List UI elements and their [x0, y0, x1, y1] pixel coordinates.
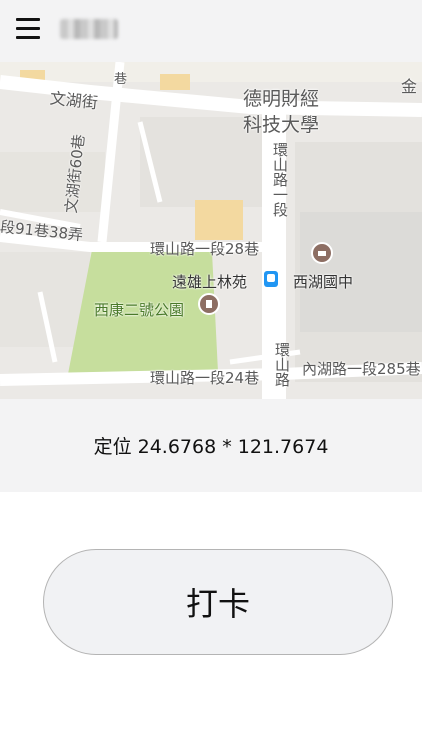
hamburger-menu-icon[interactable] [16, 18, 40, 40]
map-label-lane-mark: 巷 [114, 72, 128, 87]
location-panel: 定位 24.6768 * 121.7674 [0, 399, 422, 492]
punch-in-button[interactable]: 打卡 [43, 549, 393, 655]
map-label-wenhu-st: 文湖街 [48, 88, 99, 113]
app-header [0, 0, 422, 62]
location-coordinates: 定位 24.6768 * 121.7674 [93, 436, 329, 458]
map-label-university-line2: 科技大學 [243, 114, 320, 136]
blurred-app-title [60, 19, 118, 39]
map-label-yuanxiong: 遠雄上林苑 [172, 273, 248, 291]
map-label-university: 德明財經 [243, 88, 320, 110]
map-label-huanshan-24: 環山路一段24巷 [150, 369, 260, 387]
map-label-jin: 金 [401, 77, 418, 96]
map-view[interactable]: 文湖街 德明財經 科技大學 金 巷 文湖街60巷 環山路一段 段91巷38弄 環… [0, 62, 422, 399]
map-label-huanshan-road: 環山路 [273, 342, 291, 387]
map-label-xihu-junior: 西湖國中 [293, 273, 354, 291]
metro-station-icon[interactable] [264, 271, 278, 287]
map-label-xikang-park: 西康二號公園 [94, 301, 185, 319]
school-pin-icon[interactable] [311, 242, 333, 264]
map-label-huanshan-sec1: 環山路一段 [271, 142, 289, 217]
park-pin-icon[interactable] [198, 293, 220, 315]
map-label-neihu-285: 內湖路一段285巷 [302, 360, 421, 378]
map-label-huanshan-28: 環山路一段28巷 [150, 240, 260, 258]
